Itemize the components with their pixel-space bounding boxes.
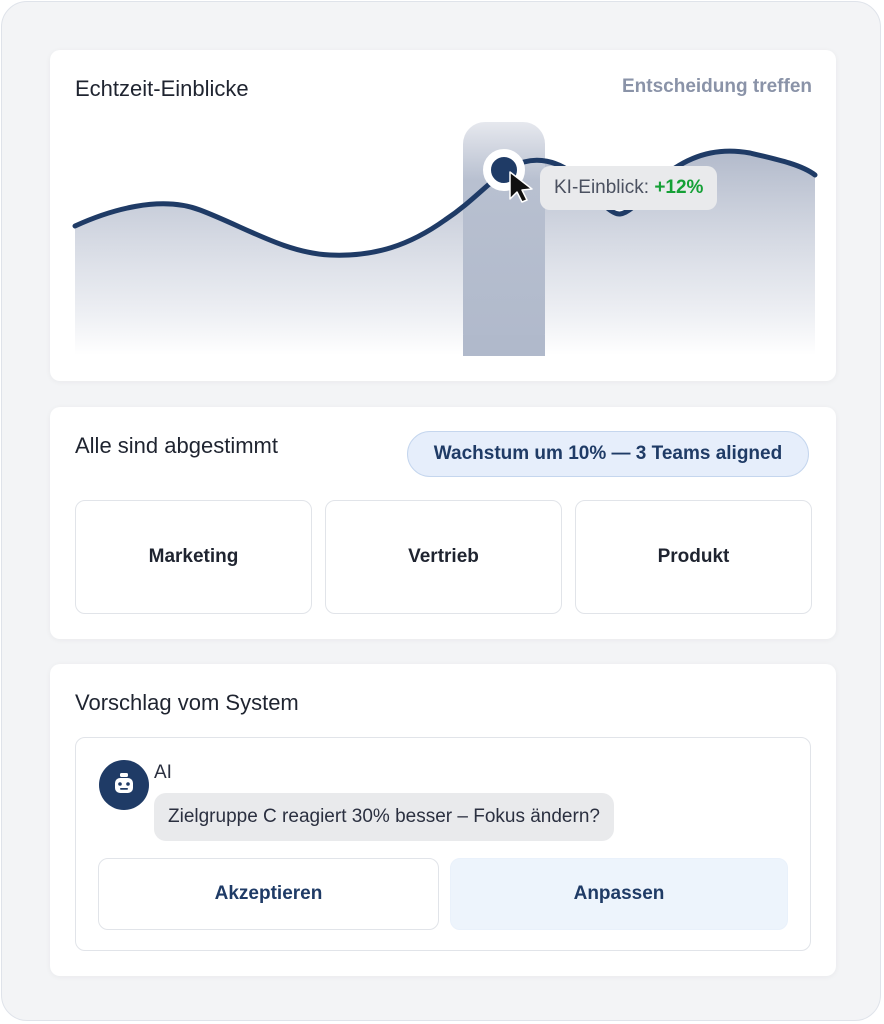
ai-sender-label: AI: [154, 762, 172, 783]
robot-icon: [115, 773, 133, 793]
app-frame: Echtzeit-Einblicke Entscheidung treffen …: [1, 1, 881, 1021]
insights-card: Echtzeit-Einblicke Entscheidung treffen …: [50, 50, 836, 381]
ai-message-bubble: Zielgruppe C reagiert 30% besser – Fokus…: [154, 793, 614, 841]
growth-badge: Wachstum um 10% — 3 Teams aligned: [407, 431, 809, 477]
ai-avatar: [99, 760, 149, 810]
alignment-card: Alle sind abgestimmt Wachstum um 10% — 3…: [50, 407, 836, 639]
ai-message-panel: AI Zielgruppe C reagiert 30% besser – Fo…: [75, 737, 811, 951]
decision-link[interactable]: Entscheidung treffen: [622, 76, 812, 98]
insights-title: Echtzeit-Einblicke: [75, 76, 249, 101]
tooltip-value: +12%: [654, 177, 704, 198]
team-card-product[interactable]: Produkt: [575, 500, 812, 614]
suggestion-card: Vorschlag vom System AI Zielgruppe C rea…: [50, 664, 836, 976]
team-card-sales[interactable]: Vertrieb: [325, 500, 562, 614]
team-card-marketing[interactable]: Marketing: [75, 500, 312, 614]
accept-button[interactable]: Akzeptieren: [98, 858, 439, 930]
suggestion-title: Vorschlag vom System: [75, 690, 299, 715]
alignment-title: Alle sind abgestimmt: [75, 433, 278, 458]
adjust-button[interactable]: Anpassen: [450, 858, 788, 930]
ai-insight-tooltip: KI-Einblick: +12%: [540, 166, 718, 210]
tooltip-label: KI-Einblick:: [554, 177, 650, 198]
